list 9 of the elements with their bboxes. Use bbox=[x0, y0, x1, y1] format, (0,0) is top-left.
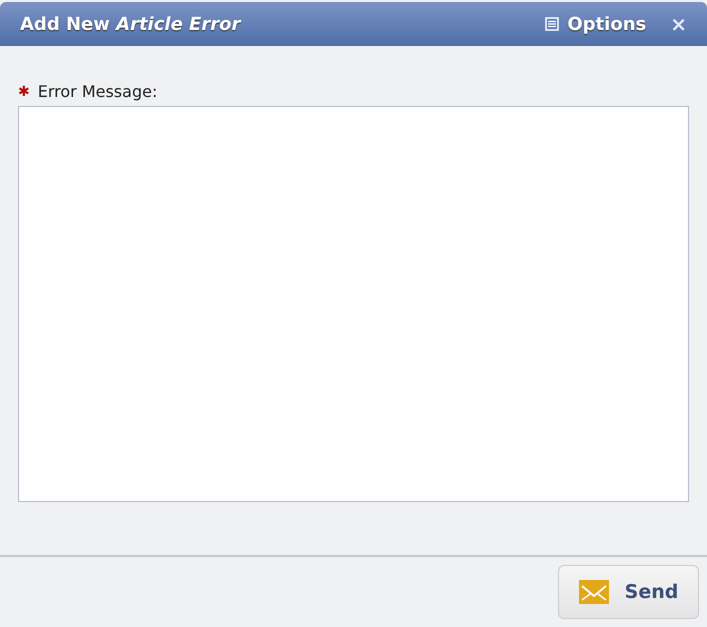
required-mark: ✱ bbox=[18, 82, 30, 102]
close-button[interactable]: × bbox=[670, 9, 687, 39]
field-label: Error Message: bbox=[38, 81, 158, 103]
options-button[interactable]: Options bbox=[545, 10, 646, 38]
window-title: Add New Article Error bbox=[20, 12, 242, 36]
error-message-field[interactable] bbox=[18, 106, 689, 502]
send-button[interactable]: Send bbox=[558, 565, 699, 619]
list-icon bbox=[545, 17, 560, 31]
envelope-icon bbox=[578, 580, 609, 604]
